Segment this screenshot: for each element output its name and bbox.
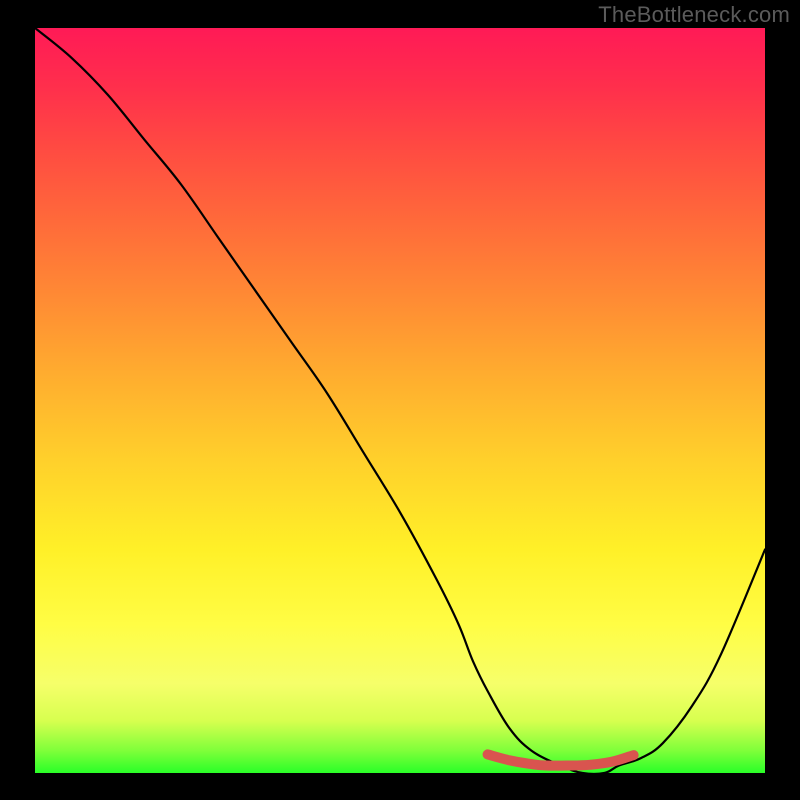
chart-frame: TheBottleneck.com <box>0 0 800 800</box>
chart-plot-area <box>35 28 765 773</box>
bottleneck-curve-line <box>35 28 765 773</box>
optimal-band-line <box>488 754 634 765</box>
watermark-text: TheBottleneck.com <box>598 2 790 28</box>
chart-overlay <box>35 28 765 773</box>
